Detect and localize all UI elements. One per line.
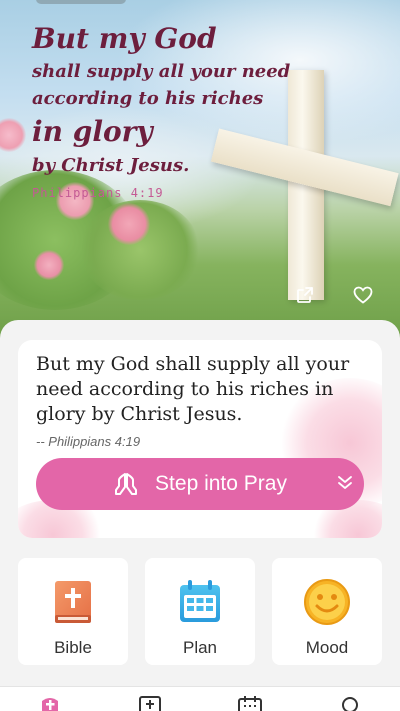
share-icon [297,287,313,303]
status-bar-edge [36,0,126,4]
smiley-icon [304,579,350,625]
tile-label: Plan [182,638,218,657]
tab-bible[interactable] [137,695,163,711]
pray-button-label: Step into Pray [155,472,287,495]
share-button[interactable] [293,283,317,307]
favorite-button[interactable] [351,283,375,307]
main-sheet: But my God shall supply all your need ac… [0,320,400,711]
plan-tile[interactable]: Plan [145,558,255,665]
verse-art-reference: Philippians 4:19 [32,186,164,200]
mood-tile[interactable]: Mood [272,558,382,665]
bible-tile[interactable]: Bible [18,558,128,665]
praying-hands-icon [115,473,138,495]
tile-label: Bible [54,638,92,657]
rose-flower [34,250,64,280]
hero-image: But my God shall supply all your need ac… [0,0,400,340]
double-chevron-down-icon [338,476,352,489]
verse-text: But my God shall supply all your need ac… [36,353,350,425]
search-tab-icon [342,697,358,711]
verse-art-line: But my God [32,22,217,55]
rose-flower [0,118,26,152]
tile-label: Mood [305,638,349,657]
plan-tab-icon [238,696,262,711]
step-into-pray-button[interactable]: Step into Pray [36,458,364,510]
bible-tab-icon [139,696,161,711]
rose-flower [108,203,150,245]
verse-art-text: But my God shall supply all your need ac… [32,20,290,200]
verse-art-line: according to his riches [32,88,264,109]
verse-card: But my God shall supply all your need ac… [18,340,382,538]
bottom-tab-bar [0,686,400,711]
calendar-icon [180,580,220,622]
tab-home[interactable] [37,695,63,711]
verse-reference: -- Philippians 4:19 [36,434,141,449]
verse-art-line: by Christ Jesus. [32,155,190,176]
bible-icon [55,581,91,623]
tab-plan[interactable] [237,695,263,711]
heart-icon [353,286,373,304]
verse-art-line: shall supply all your need [32,61,291,82]
tab-search[interactable] [337,695,363,711]
verse-art-line: in glory [32,115,153,148]
home-cross-icon [42,698,58,711]
